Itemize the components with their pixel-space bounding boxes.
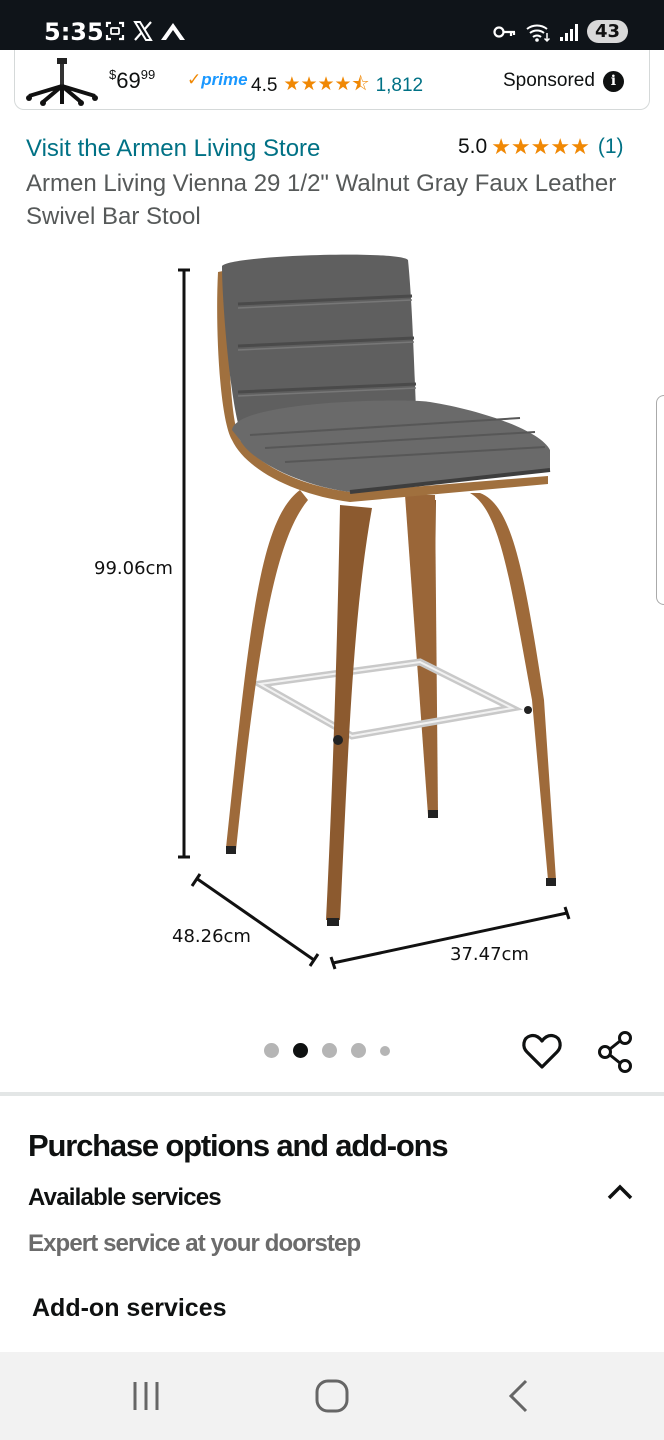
add-on-services-label[interactable]: Add-on services (32, 1294, 227, 1323)
sponsored-label: Sponsored (503, 70, 595, 91)
heart-icon[interactable] (521, 1030, 563, 1072)
key-icon (493, 25, 516, 38)
recents-icon[interactable] (122, 1374, 170, 1418)
status-time: 5:35 (44, 18, 104, 46)
product-title: Armen Living Vienna 29 1/2" Walnut Gray … (26, 170, 617, 230)
purchase-options-title: Purchase options and add-ons (28, 1128, 449, 1163)
chevron-up-icon[interactable] (606, 1182, 634, 1202)
ad-star-rating-icon: ★★★★⯪ (283, 74, 370, 95)
store-link[interactable]: Visit the Armen Living Store (26, 135, 320, 163)
status-notification-icons (104, 20, 186, 42)
x-app-icon (133, 21, 153, 41)
carousel-dot[interactable] (351, 1043, 366, 1058)
product-rating-value: 5.0 (458, 135, 488, 158)
status-system-icons: 43 (493, 20, 628, 43)
status-bar: 5:35 43 (0, 0, 664, 50)
carousel-dot[interactable] (380, 1045, 390, 1056)
ad-product-thumbnail (26, 58, 98, 106)
system-nav-bar (0, 1352, 664, 1440)
ad-rating-count: 1,812 (375, 75, 424, 96)
info-icon[interactable]: i (602, 70, 624, 92)
available-services-subtitle: Expert service at your doorstep (28, 1230, 361, 1257)
carousel-dot-active[interactable] (293, 1043, 308, 1058)
sponsored-ad-card[interactable]: $6999 ✓prime 4.5 ★★★★⯪ 1,812 Sponsored i (14, 50, 650, 110)
prime-check-icon: ✓ (187, 70, 202, 89)
image-carousel-indicator[interactable] (264, 1043, 390, 1058)
share-icon[interactable] (596, 1030, 636, 1074)
depth-dimension-label: 48.26cm (172, 926, 251, 947)
width-dimension-label: 37.47cm (450, 944, 529, 965)
bar-stool-illustration (178, 254, 571, 970)
ad-price-fraction: 99 (140, 67, 156, 82)
prime-label: prime (201, 70, 248, 89)
product-rating-count[interactable]: (1) (598, 135, 624, 159)
home-icon[interactable] (308, 1374, 356, 1418)
product-star-rating-icon: ★★★★★ (491, 134, 590, 159)
mountain-app-icon (161, 23, 185, 40)
ad-rating-value: 4.5 (251, 75, 278, 96)
sponsored-label-group[interactable]: Sponsored i (503, 70, 624, 92)
section-divider (0, 1092, 664, 1096)
ad-price-whole: 69 (116, 68, 141, 93)
back-icon[interactable] (494, 1374, 542, 1418)
product-rating[interactable]: 5.0 ★★★★★ (1) (458, 134, 624, 160)
product-image[interactable]: 99.06cm 48.26cm 37.47cm (0, 240, 664, 1000)
ad-rating: 4.5 ★★★★⯪ 1,812 (251, 70, 423, 102)
ad-price: $6999 (109, 67, 155, 94)
prime-badge: ✓prime (187, 70, 248, 90)
screenshot-icon (105, 21, 125, 41)
carousel-dot[interactable] (322, 1043, 337, 1058)
height-dimension-label: 99.06cm (94, 558, 173, 579)
available-services-label[interactable]: Available services (28, 1184, 222, 1212)
signal-icon (559, 23, 578, 41)
wifi-icon (526, 24, 550, 42)
side-panel-handle[interactable] (656, 395, 664, 605)
carousel-dot[interactable] (264, 1043, 279, 1058)
battery-level: 43 (586, 20, 628, 43)
